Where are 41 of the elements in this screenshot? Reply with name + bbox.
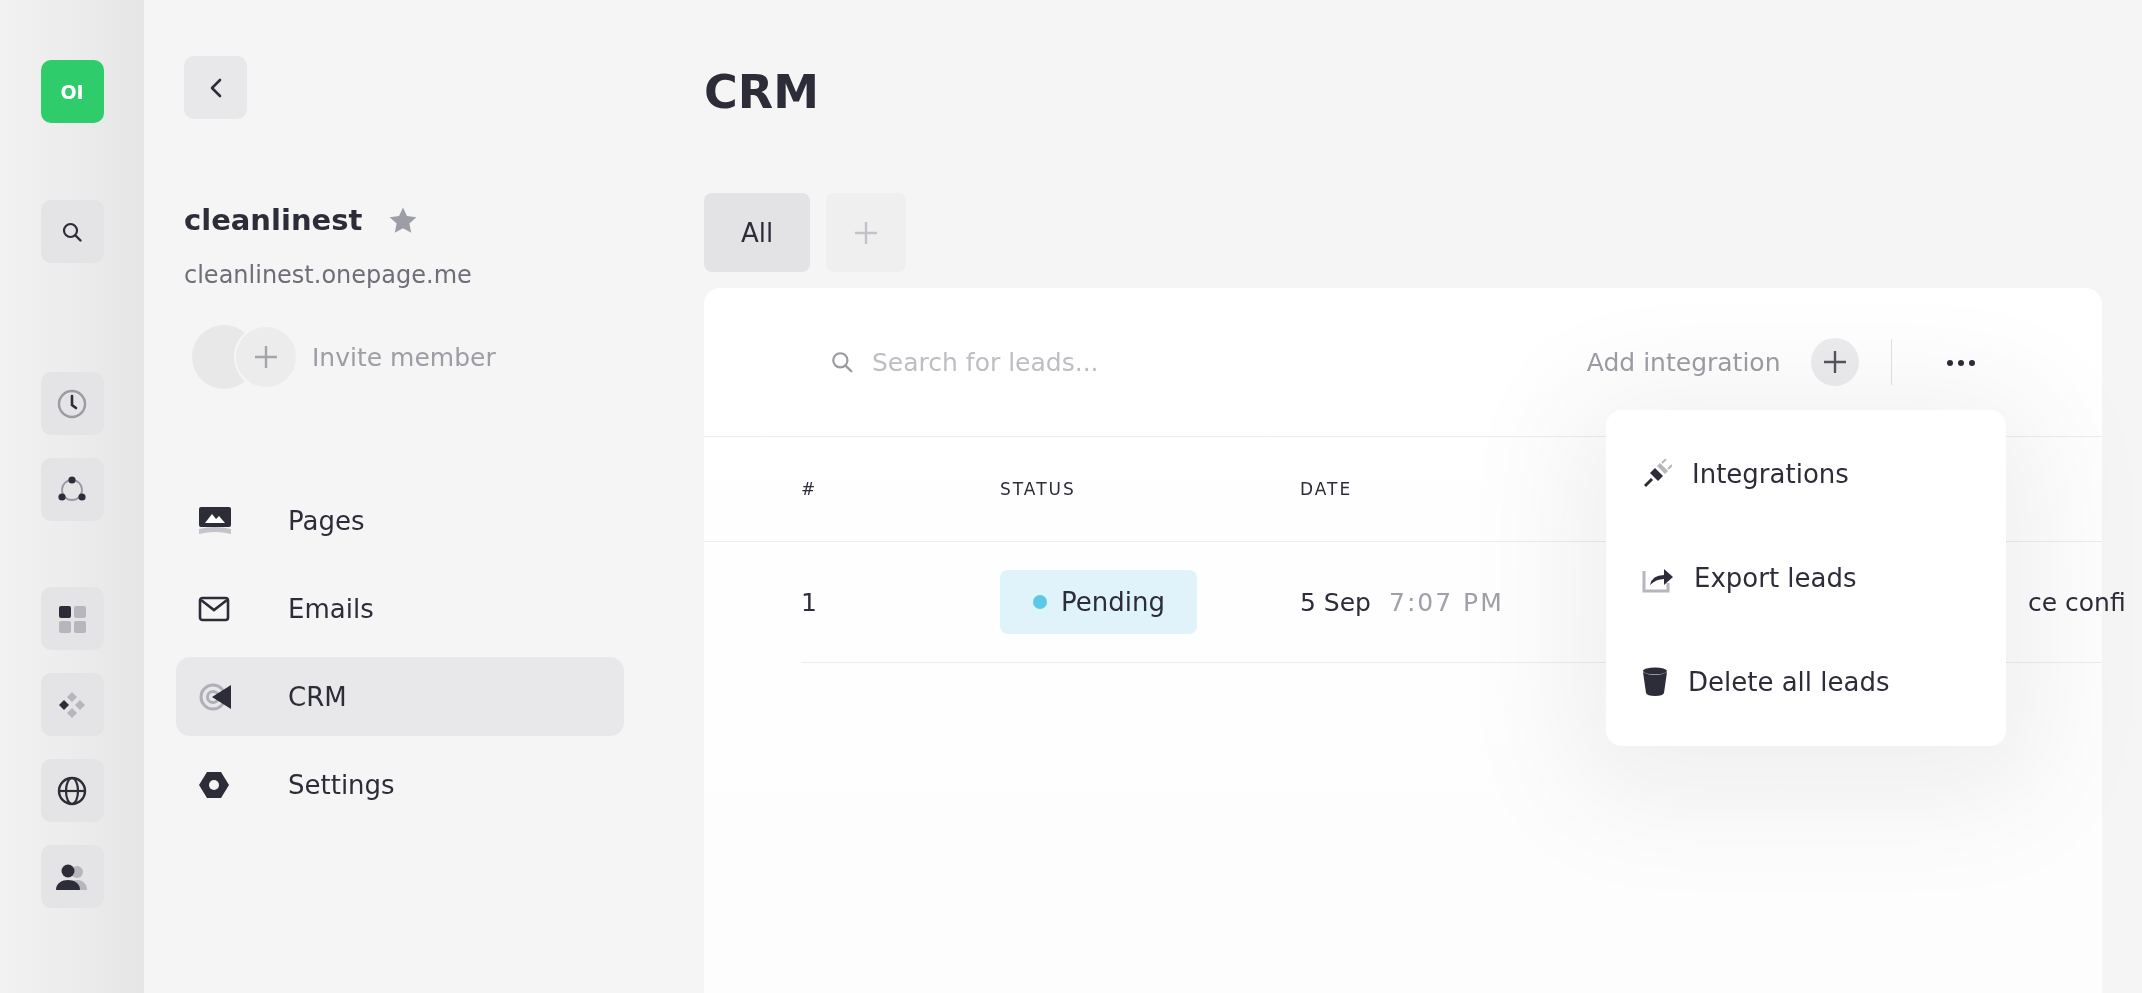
site-name: cleanlinest [184,203,363,237]
more-icon [1946,358,1976,367]
column-header: STATUS [1000,479,1077,499]
table-cell-text: 1 [801,587,818,617]
nav-item[interactable]: CRM [176,657,624,736]
grid-icon [57,603,87,634]
menu-item[interactable]: Integrations [1606,439,2006,509]
tab[interactable]: All [704,193,810,272]
image-icon [198,505,232,536]
clock-icon [56,387,88,420]
chevron-left-icon [208,76,223,99]
globe-icon [56,774,88,807]
search-icon [61,220,83,243]
column-header: # [801,479,819,499]
add-button[interactable] [1810,338,1859,386]
search-icon [830,350,854,374]
globe-button[interactable] [40,759,104,822]
nav-item[interactable]: Emails [176,569,624,648]
nav-item[interactable]: Pages [176,481,624,560]
menu-item[interactable]: Export leads [1606,543,2006,613]
table-cell: ce confi [2028,587,2126,617]
grid-button[interactable] [40,587,104,650]
plug-icon [1642,459,1672,489]
page-title: CRM [704,64,820,121]
status-badge: Pending [1000,570,1197,634]
users-button[interactable] [40,845,104,908]
share-button[interactable] [40,458,104,521]
site-url: cleanlinest.onepage.me [184,261,473,289]
search-field[interactable]: Search for leads... [870,346,1274,378]
time-text: 7:07 PM [1389,587,1504,617]
envelope-icon [198,595,230,622]
column-header: DATE [1300,479,1354,499]
nav-item[interactable]: Settings [176,745,624,824]
plus-icon [252,343,280,371]
date-text: 5 Sep [1300,587,1371,617]
settings-icon [198,769,230,800]
search-button[interactable] [40,200,104,263]
star-icon[interactable] [388,205,419,235]
menu-item[interactable]: Delete all leads [1606,647,2006,717]
plus-icon [853,219,879,246]
bin-icon [1642,667,1668,697]
